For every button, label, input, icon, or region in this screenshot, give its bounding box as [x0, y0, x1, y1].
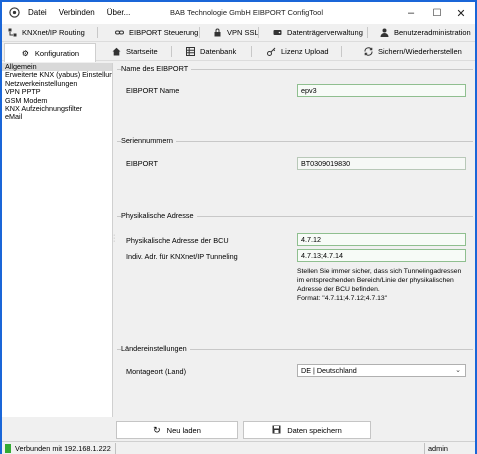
sidebar-item-email[interactable]: eMail	[2, 113, 112, 121]
tab-sichern-wiederherstellen[interactable]: Sichern/Wiederherstellen	[358, 43, 468, 60]
group-title: Name des EIBPORT	[121, 64, 192, 73]
toolbar-top: KNXnet/IP Routing EIBPORT Steuerung VPN …	[2, 24, 475, 42]
tunnel-address-hint: Stellen Sie immer sicher, dass sich Tunn…	[297, 267, 473, 303]
hint-line: Stellen Sie immer sicher, dass sich Tunn…	[297, 268, 462, 275]
save-button-label: Daten speichern	[287, 425, 342, 435]
menu-ueber[interactable]: Über...	[107, 8, 131, 17]
status-divider	[424, 443, 425, 454]
hint-line: im entsprechenden Bereich/Linie der phys…	[297, 277, 454, 284]
tab-startseite-label: Startseite	[126, 47, 158, 56]
app-window: Datei Verbinden Über... BAB Technologie …	[0, 0, 477, 454]
country-label: Montageort (Land)	[126, 367, 187, 376]
bcu-address-input[interactable]: 4.7.12	[297, 233, 466, 246]
reload-button-label: Neu laden	[166, 425, 201, 435]
title-bar: Datei Verbinden Über... BAB Technologie …	[2, 2, 475, 24]
tab-datenbank-label: Datenbank	[200, 47, 237, 56]
eibport-serial-label: EIBPORT	[126, 159, 158, 168]
chevron-down-icon: ⌄	[455, 367, 461, 374]
lock-icon	[213, 28, 222, 37]
save-icon	[272, 425, 281, 436]
benutzeradministration-label: Benutzeradministration	[394, 28, 471, 37]
bcu-address-label: Physikalische Adresse der BCU	[126, 236, 229, 245]
eibport-steuerung-button[interactable]: EIBPORT Steuerung	[109, 24, 204, 41]
tab-konfiguration-label: Konfiguration	[34, 48, 80, 58]
window-title: BAB Technologie GmbH EIBPORT ConfigTool	[170, 8, 323, 17]
home-icon	[112, 47, 121, 56]
vpn-ssl-button[interactable]: VPN SSL	[207, 24, 265, 41]
status-bar: Verbunden mit 192.168.1.222 admin	[2, 441, 475, 454]
app-logo-icon	[9, 7, 20, 18]
current-user: admin	[428, 444, 448, 453]
network-icon	[8, 28, 17, 37]
save-button[interactable]: Daten speichern	[243, 421, 371, 439]
toolbar-separator	[341, 46, 342, 57]
toolbar-separator	[97, 27, 98, 38]
gear-icon: ⚙	[21, 48, 29, 58]
tab-datenbank[interactable]: Datenbank	[180, 43, 242, 60]
toolbar-separator	[367, 27, 368, 38]
benutzeradministration-button[interactable]: Benutzeradministration	[374, 24, 477, 41]
country-select[interactable]: DE | Deutschland ⌄	[297, 364, 466, 377]
tab-lizenz-upload[interactable]: Lizenz Upload	[261, 43, 335, 60]
group-title: Seriennummern	[121, 136, 176, 145]
sidebar-item-netzwerkeinstellungen[interactable]: Netzwerkeinstellungen	[2, 80, 112, 88]
link-icon	[115, 28, 124, 37]
group-country-settings: Ländereinstellungen Montageort (Land) DE…	[117, 344, 473, 394]
tunnel-address-label: Indiv. Adr. für KNXnet/IP Tunneling	[126, 252, 238, 261]
eibport-steuerung-label: EIBPORT Steuerung	[129, 28, 199, 37]
refresh-icon: ↻	[153, 424, 161, 435]
eibport-serial-field: BT0309019830	[297, 157, 466, 170]
status-divider	[115, 443, 116, 454]
tab-lizenz-upload-label: Lizenz Upload	[281, 47, 329, 56]
tab-startseite[interactable]: Startseite	[106, 43, 164, 60]
user-icon	[380, 28, 389, 37]
hint-line: Format: "4.7.11;4.7.12;4.7.13"	[297, 295, 388, 302]
group-title: Physikalische Adresse	[121, 211, 197, 220]
connection-status-led	[5, 444, 11, 453]
knxnet-ip-routing-button[interactable]: KNXnet/IP Routing	[2, 24, 91, 41]
close-button[interactable]: ✕	[450, 5, 472, 21]
disk-icon	[273, 28, 282, 37]
group-eibport-name: Name des EIBPORT EIBPORT Name epv3	[117, 64, 473, 122]
sidebar-item-erweiterte-knx[interactable]: Erweiterte KNX (yabus) Einstellungen	[2, 71, 112, 79]
group-title: Ländereinstellungen	[121, 344, 190, 353]
menu-bar: Datei Verbinden Über...	[28, 8, 130, 17]
country-selected-value: DE | Deutschland	[301, 366, 357, 375]
sidebar-item-allgemein[interactable]: Allgemein	[2, 63, 112, 72]
toolbar-separator	[258, 27, 259, 38]
vpn-ssl-label: VPN SSL	[227, 28, 259, 37]
sidebar-item-knx-aufzeichnungsfilter[interactable]: KNX Aufzeichnungsfilter	[2, 105, 112, 113]
menu-verbinden[interactable]: Verbinden	[59, 8, 95, 17]
group-physical-address: Physikalische Adresse Physikalische Adre…	[117, 211, 473, 321]
toolbar-separator	[251, 46, 252, 57]
group-serial-numbers: Seriennummern EIBPORT BT0309019830	[117, 136, 473, 184]
eibport-name-input[interactable]: epv3	[297, 84, 466, 97]
hint-line: Adresse der BCU befinden.	[297, 286, 380, 293]
settings-sidebar: Allgemein Erweiterte KNX (yabus) Einstel…	[2, 63, 113, 417]
toolbar-separator	[199, 27, 200, 38]
toolbar-tabs: ⚙ Konfiguration Startseite Datenbank Liz…	[2, 43, 475, 62]
sidebar-item-vpn-pptp[interactable]: VPN PPTP	[2, 88, 112, 96]
toolbar-separator	[171, 46, 172, 57]
settings-panel: Name des EIBPORT EIBPORT Name epv3 Serie…	[117, 63, 473, 417]
tab-konfiguration[interactable]: ⚙ Konfiguration	[4, 43, 96, 62]
reload-button[interactable]: ↻ Neu laden	[116, 421, 238, 439]
eibport-name-label: EIBPORT Name	[126, 86, 180, 95]
minimize-button[interactable]: –	[400, 5, 422, 21]
datentraegerverwaltung-label: Datenträgerverwaltung	[287, 28, 363, 37]
database-icon	[186, 47, 195, 56]
maximize-button[interactable]: ☐	[426, 5, 448, 21]
datentraegerverwaltung-button[interactable]: Datenträgerverwaltung	[267, 24, 369, 41]
tunnel-address-input[interactable]: 4.7.13;4.7.14	[297, 249, 466, 262]
key-icon	[267, 47, 276, 56]
menu-datei[interactable]: Datei	[28, 8, 47, 17]
sync-icon	[364, 47, 373, 56]
connection-status-text: Verbunden mit 192.168.1.222	[15, 444, 111, 453]
tab-sichern-wiederherstellen-label: Sichern/Wiederherstellen	[378, 47, 462, 56]
sidebar-item-gsm-modem[interactable]: GSM Modem	[2, 97, 112, 105]
knxnet-ip-routing-label: KNXnet/IP Routing	[22, 28, 85, 37]
